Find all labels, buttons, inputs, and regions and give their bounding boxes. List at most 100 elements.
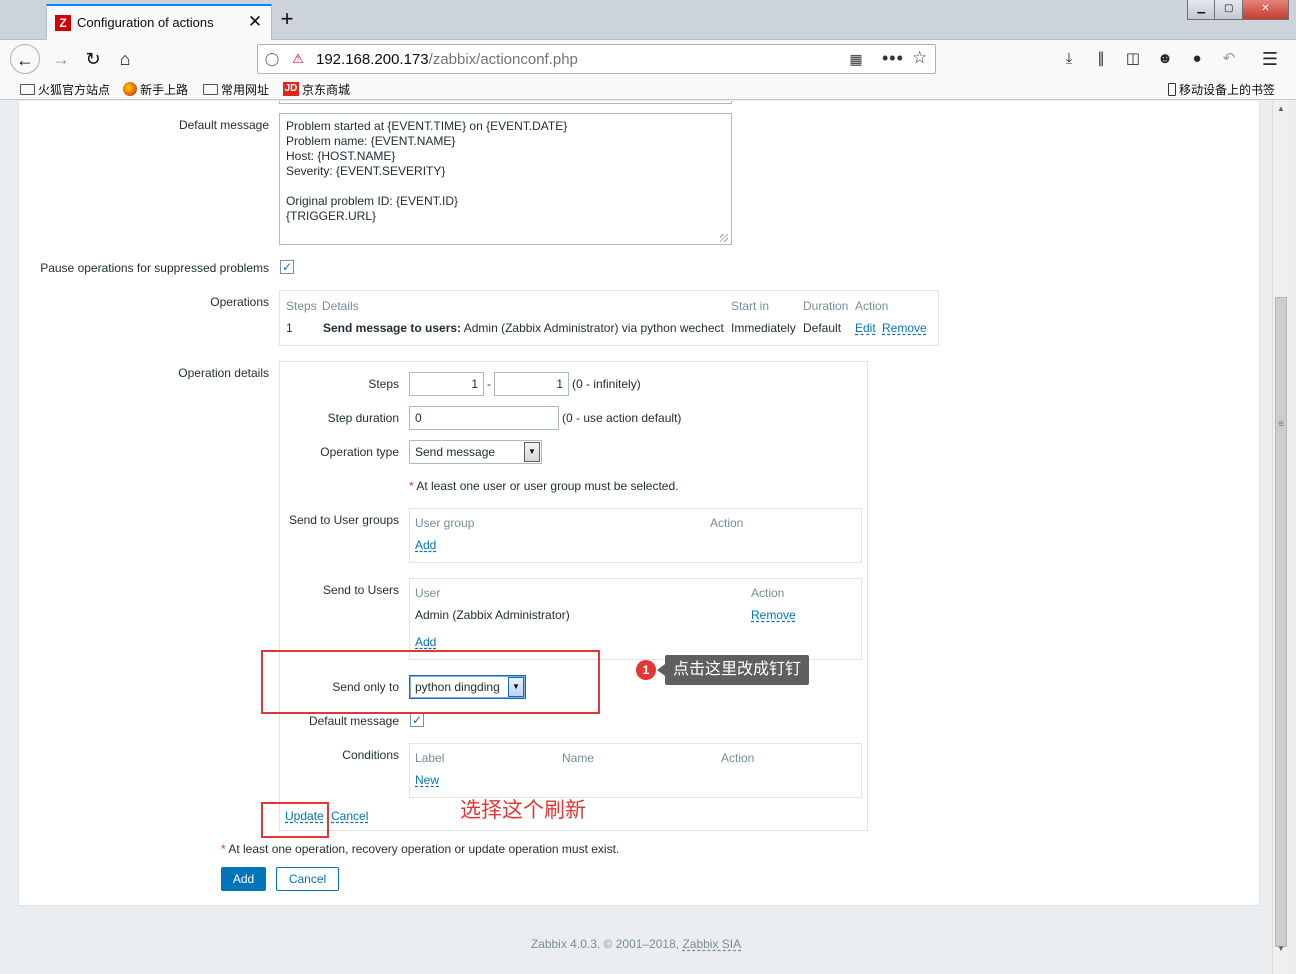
operation-edit-link[interactable]: Edit: [855, 321, 876, 335]
operations-required-note: * At least one operation, recovery opera…: [221, 842, 619, 856]
annotation-highlight-send-only: [261, 650, 600, 714]
users-table: User Action Admin (Zabbix Administrator)…: [409, 578, 862, 660]
maximize-icon[interactable]: ▢: [1215, 0, 1243, 19]
step-duration-input[interactable]: 0: [409, 406, 559, 430]
tab-close-icon[interactable]: ✕: [245, 11, 265, 33]
forward-arrow-icon[interactable]: →: [46, 44, 76, 74]
footer-zabbix-link[interactable]: Zabbix SIA: [682, 937, 741, 951]
download-icon[interactable]: ⤓: [1059, 49, 1079, 69]
operation-row-details: Send message to users: Admin (Zabbix Adm…: [323, 321, 724, 335]
operations-header-details: Details: [322, 299, 359, 313]
annotation-step-badge: 1: [636, 660, 656, 680]
required-star: *: [409, 479, 414, 493]
pause-operations-label: Pause operations for suppressed problems: [40, 261, 269, 275]
cancel-operation-link[interactable]: Cancel: [331, 809, 368, 823]
bookmark-item[interactable]: 常用网址: [203, 80, 269, 98]
cancel-button[interactable]: Cancel: [276, 867, 339, 891]
annotation-highlight-update: [261, 802, 329, 838]
home-icon[interactable]: ⌂: [110, 44, 140, 74]
page-footer: Zabbix 4.0.3. © 2001–2018, Zabbix SIA: [0, 937, 1272, 951]
chat-icon[interactable]: ●: [1187, 49, 1207, 69]
users-header-action: Action: [751, 586, 785, 600]
firefox-icon: [123, 82, 137, 96]
browser-titlebar: Z Configuration of actions ✕ + ▁ ▢ ✕: [0, 0, 1296, 40]
conditions-header-label: Label: [415, 751, 445, 765]
operations-header-start-in: Start in: [731, 299, 770, 313]
operation-row-details-bold: Send message to users:: [323, 321, 462, 335]
window-controls: ▁ ▢ ✕: [1187, 0, 1289, 20]
users-remove-link[interactable]: Remove: [751, 608, 796, 622]
operation-default-message-checkbox[interactable]: ✓: [410, 713, 424, 727]
bookmark-item[interactable]: JD 京东商城: [283, 80, 350, 98]
mobile-bookmarks-label: 移动设备上的书签: [1179, 82, 1276, 97]
window-close-icon[interactable]: ✕: [1242, 0, 1288, 19]
operation-type-select[interactable]: Send message ▼: [409, 440, 542, 464]
scroll-down-icon[interactable]: ▼: [1273, 941, 1289, 957]
browser-tab-active[interactable]: Z Configuration of actions ✕: [46, 4, 272, 40]
users-row-user: Admin (Zabbix Administrator): [415, 608, 570, 622]
operation-row-details-text: Admin (Zabbix Administrator) via python …: [461, 321, 724, 335]
sidebar-icon[interactable]: ◫: [1123, 49, 1143, 69]
reload-icon[interactable]: ↻: [78, 44, 108, 74]
bookmark-label: 常用网址: [221, 82, 270, 97]
conditions-new-link[interactable]: New: [415, 773, 439, 787]
user-groups-header-action: Action: [710, 516, 744, 530]
new-tab-button[interactable]: +: [276, 8, 298, 32]
step-duration-label: Step duration: [327, 411, 399, 425]
users-add-link[interactable]: Add: [415, 635, 436, 649]
annotation-callout: 点击这里改成钉钉: [656, 655, 810, 685]
default-message-textarea[interactable]: Problem started at {EVENT.TIME} on {EVEN…: [279, 113, 732, 245]
menu-icon[interactable]: ☰: [1260, 49, 1280, 69]
operation-default-message-label: Default message: [308, 714, 399, 728]
account-icon[interactable]: ☻: [1155, 49, 1175, 69]
scroll-up-icon[interactable]: ▲: [1273, 101, 1289, 117]
conditions-label: Conditions: [342, 748, 399, 762]
undo-icon[interactable]: ↶: [1219, 49, 1239, 69]
operation-type-label: Operation type: [320, 445, 399, 459]
required-star: *: [221, 842, 226, 856]
operations-header-action: Action: [855, 299, 889, 313]
operation-type-value: Send message: [415, 445, 496, 459]
required-users-note: * At least one user or user group must b…: [409, 479, 679, 493]
conditions-table: Label Name Action New: [409, 743, 862, 798]
resize-grip-icon[interactable]: [720, 234, 728, 242]
tracking-shield-icon[interactable]: ◯: [264, 51, 280, 67]
operation-details-label: Operation details: [178, 366, 269, 380]
navigation-toolbar: ← → ↻ ⌂ ◯ ⚠ 192.168.200.173/zabbix/actio…: [0, 40, 1296, 78]
bookmark-star-icon[interactable]: ☆: [912, 48, 927, 68]
folder-icon: [203, 83, 218, 95]
step-duration-hint: (0 - use action default): [562, 411, 682, 425]
conditions-header-action: Action: [721, 751, 755, 765]
operations-header-duration: Duration: [803, 299, 849, 313]
minimize-icon[interactable]: ▁: [1188, 0, 1216, 19]
pause-operations-checkbox[interactable]: ✓: [280, 260, 294, 274]
mobile-bookmarks[interactable]: 移动设备上的书签: [1168, 80, 1275, 98]
operations-required-text: At least one operation, recovery operati…: [228, 842, 620, 856]
bookmark-item[interactable]: 火狐官方站点: [20, 80, 110, 98]
url-bar[interactable]: ◯ ⚠ 192.168.200.173/zabbix/actionconf.ph…: [257, 44, 936, 74]
insecure-lock-icon[interactable]: ⚠: [290, 51, 306, 67]
library-icon[interactable]: ∥: [1091, 49, 1111, 69]
url-text[interactable]: 192.168.200.173/zabbix/actionconf.php: [316, 51, 578, 68]
operation-remove-link[interactable]: Remove: [882, 321, 927, 335]
page-scrollbar[interactable]: ▲ ≡ ▼: [1272, 101, 1289, 974]
folder-icon: [20, 83, 35, 95]
footer-copyright: Zabbix 4.0.3. © 2001–2018,: [530, 937, 683, 951]
steps-label: Steps: [368, 377, 399, 391]
tab-title: Configuration of actions: [77, 15, 214, 30]
user-groups-add-link[interactable]: Add: [415, 538, 436, 552]
scroll-grip-icon: ≡: [1278, 419, 1284, 430]
add-button[interactable]: Add: [221, 867, 266, 891]
page-actions-icon[interactable]: •••: [882, 48, 904, 69]
zabbix-favicon-icon: Z: [55, 15, 71, 31]
back-arrow-icon[interactable]: ←: [10, 44, 40, 74]
steps-dash: -: [487, 377, 491, 391]
bookmark-item[interactable]: 新手上路: [123, 80, 188, 98]
operation-row-duration: Default: [803, 321, 842, 335]
qr-code-icon[interactable]: ▦: [848, 51, 864, 67]
scrollbar-thumb[interactable]: [1275, 297, 1287, 947]
operation-row-start-in: Immediately: [731, 321, 796, 335]
bookmark-label: 京东商城: [302, 82, 351, 97]
steps-to-input[interactable]: 1: [494, 372, 569, 396]
steps-from-input[interactable]: 1: [409, 372, 484, 396]
